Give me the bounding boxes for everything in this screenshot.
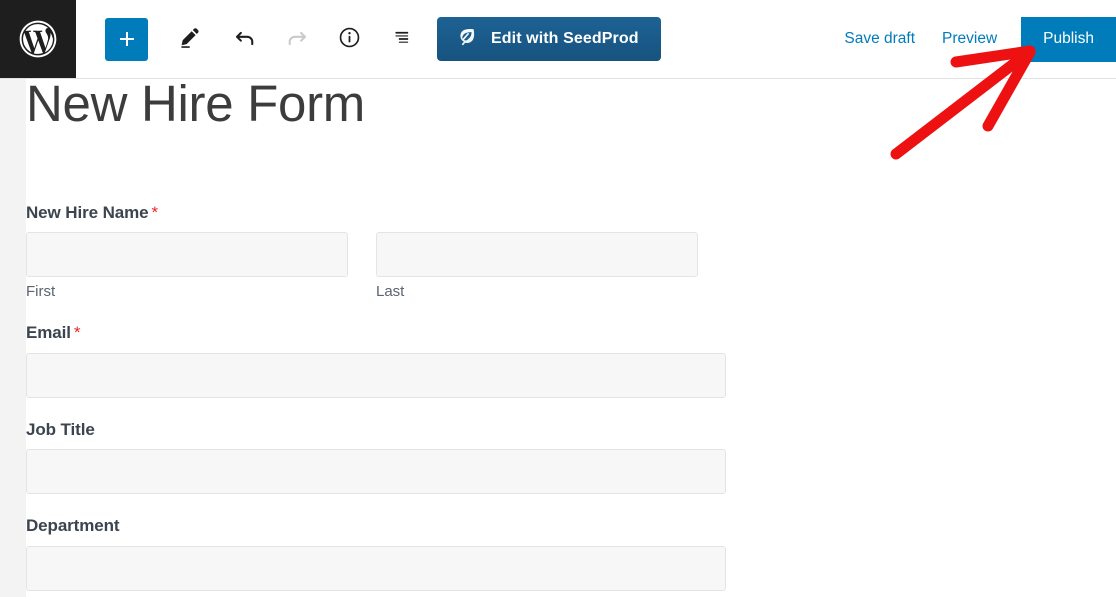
field-new-hire-name: New Hire Name * First Last <box>26 203 726 301</box>
field-email: Email * <box>26 323 726 398</box>
undo-button[interactable] <box>221 15 269 63</box>
edit-with-seedprod-label: Edit with SeedProd <box>491 30 639 47</box>
canvas-left-gutter <box>0 79 26 597</box>
field-label-text: Department <box>26 516 120 536</box>
details-button[interactable] <box>325 15 373 63</box>
last-name-sub-label: Last <box>376 283 405 301</box>
list-view-button[interactable] <box>377 15 425 63</box>
field-label-text: New Hire Name <box>26 203 149 222</box>
field-label-department: Department <box>26 516 726 536</box>
last-name-input[interactable] <box>376 232 698 278</box>
field-department: Department <box>26 516 726 591</box>
editor-canvas: New Hire Form New Hire Name* First Last <box>0 79 1116 597</box>
email-input[interactable] <box>26 352 726 398</box>
field-label-new-hire-name: New Hire Name * <box>26 203 726 223</box>
seedprod-leaf-icon <box>455 25 479 54</box>
add-block-button[interactable] <box>105 17 148 61</box>
page-title[interactable]: New Hire Form <box>26 79 365 134</box>
field-label-email: Email * <box>26 323 726 343</box>
publish-button[interactable]: Publish <box>1021 16 1116 62</box>
header-actions: Save draft Preview Publish <box>844 0 1116 78</box>
plus-icon <box>115 27 139 51</box>
tools-pencil-button[interactable] <box>167 15 215 63</box>
department-input[interactable] <box>26 545 726 591</box>
required-asterisk: * <box>151 203 159 222</box>
editor-toolbar: Edit with SeedProd <box>76 0 661 78</box>
first-name-input[interactable] <box>26 232 348 278</box>
undo-arrow-icon <box>232 25 258 54</box>
field-label-job-title: Job Title <box>26 420 726 440</box>
field-label-text: Email <box>26 323 71 343</box>
form-block: New Hire Name * First Last Email * Job T… <box>26 203 726 591</box>
edit-with-seedprod-button[interactable]: Edit with SeedProd <box>437 17 661 61</box>
first-name-column: First <box>26 232 348 301</box>
name-field-row: First Last <box>26 232 726 301</box>
field-job-title: Job Title <box>26 420 726 495</box>
field-label-text: Job Title <box>26 419 95 439</box>
save-draft-button[interactable]: Save draft <box>844 30 915 48</box>
last-name-column: Last <box>376 232 698 301</box>
job-title-input[interactable] <box>26 449 726 495</box>
list-view-icon <box>389 25 414 53</box>
redo-arrow-icon <box>284 25 310 54</box>
required-asterisk: * <box>73 323 81 343</box>
wordpress-logo-button[interactable] <box>0 0 76 78</box>
pencil-icon <box>178 25 204 54</box>
editor-header: Edit with SeedProd Save draft Preview Pu… <box>0 0 1116 79</box>
first-name-sub-label: First <box>26 283 56 301</box>
info-circle-icon <box>337 25 362 53</box>
redo-button[interactable] <box>273 15 321 63</box>
preview-button[interactable]: Preview <box>942 30 997 48</box>
wordpress-logo-icon <box>16 17 60 61</box>
wordpress-block-editor: Edit with SeedProd Save draft Preview Pu… <box>0 0 1116 597</box>
